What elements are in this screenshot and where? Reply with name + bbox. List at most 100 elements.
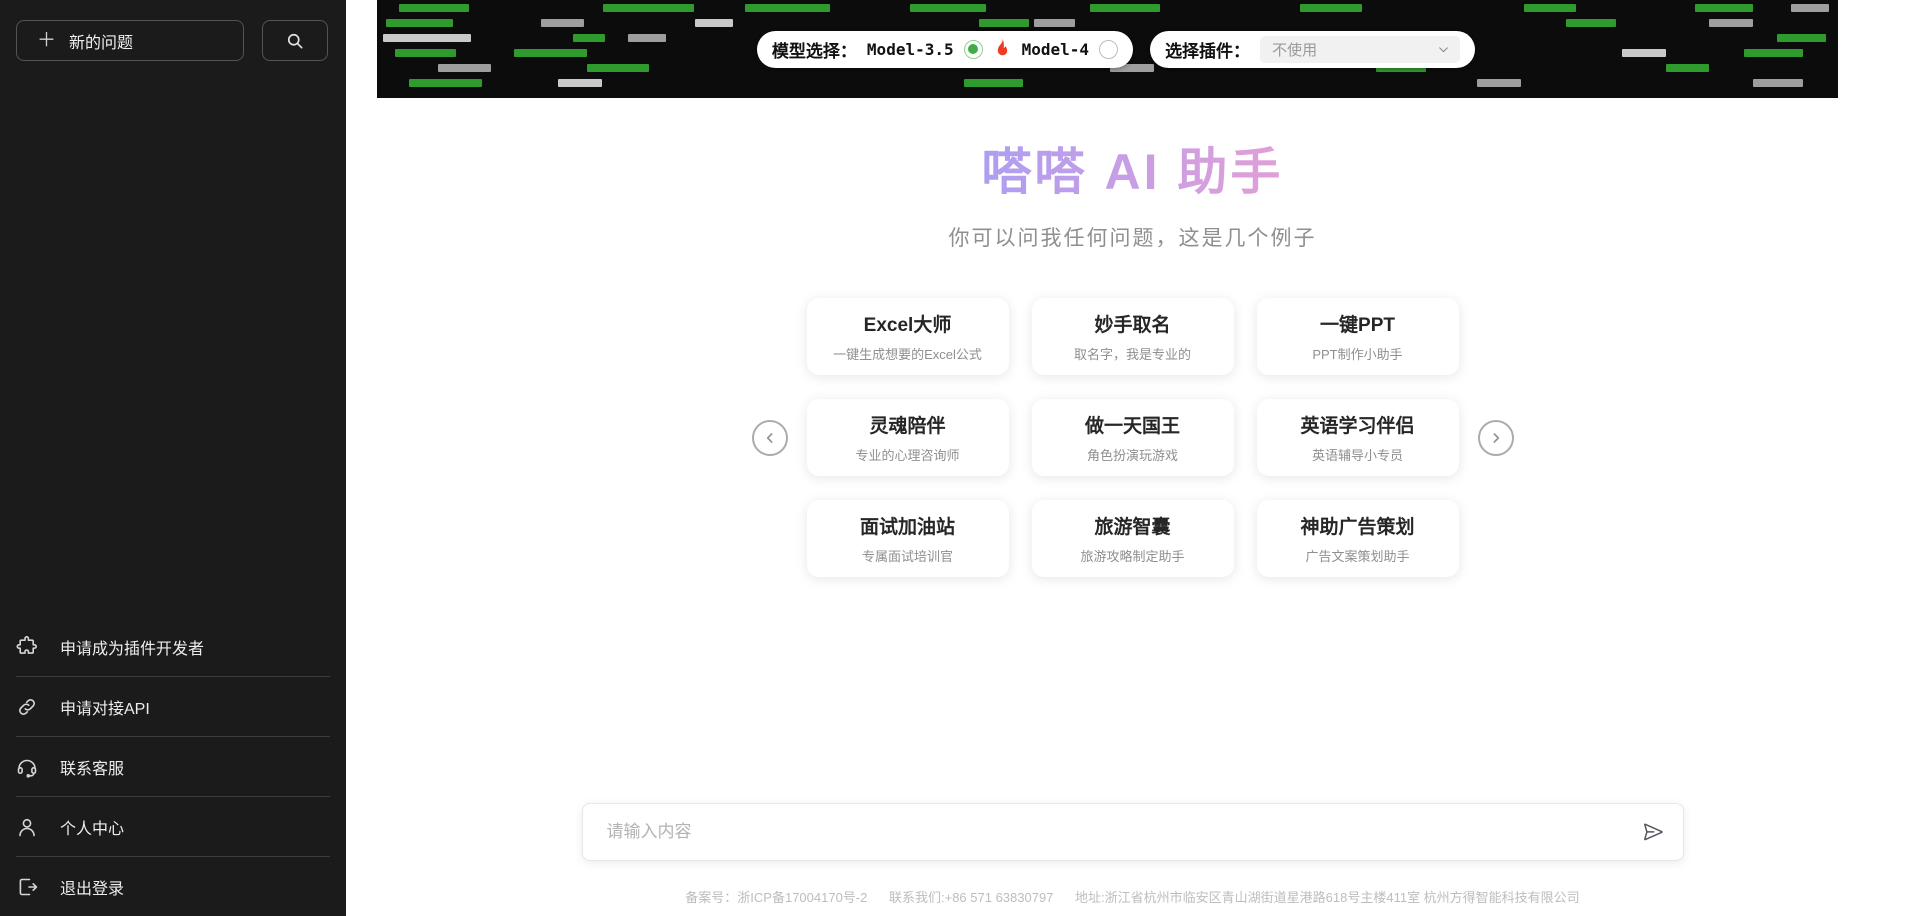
flame-icon	[993, 38, 1012, 60]
card-title: 做一天国王	[1084, 416, 1180, 437]
footer-address: 地址:浙江省杭州市临安区青山湖街道星港路618号主楼411室 杭州方得智能科技有…	[1075, 890, 1580, 905]
plugin-select-label: 选择插件：	[1165, 41, 1251, 61]
new-question-button[interactable]: ＋ 新的问题	[16, 20, 244, 61]
banner-bar	[695, 19, 734, 27]
card-title: Excel大师	[863, 315, 952, 336]
example-card-ads[interactable]: 神助广告策划 广告文案策划助手	[1256, 500, 1459, 577]
banner-bar	[385, 19, 453, 27]
page-subtitle: 你可以问我任何问题，这是几个例子	[948, 227, 1317, 250]
sidebar-menu: 申请成为插件开发者 申请对接API 联系客服 个人中心 退出登录	[0, 617, 346, 916]
banner-bar	[409, 79, 483, 87]
chevron-right-icon	[1488, 430, 1504, 446]
footer-beian: 备案号：浙ICP备17004170号-2	[685, 890, 868, 905]
sidebar-item-label: 申请对接API	[60, 700, 150, 718]
send-button[interactable]	[1641, 820, 1665, 844]
sidebar-item-label: 联系客服	[60, 760, 125, 778]
examples-grid: Excel大师 一键生成想要的Excel公式 妙手取名 取名字，我是专业的 一键…	[806, 298, 1459, 577]
banner-bar	[1300, 4, 1362, 12]
example-card-excel[interactable]: Excel大师 一键生成想要的Excel公式	[806, 298, 1009, 375]
page-title: 嗒嗒 AI 助手	[346, 132, 1919, 204]
puzzle-icon	[15, 635, 39, 659]
sidebar-item-label: 申请成为插件开发者	[60, 640, 205, 658]
sidebar: ＋ 新的问题 申请成为插件开发者 申请对接API 联系客服 个人中心 退出登录	[0, 0, 346, 916]
banner-bar	[603, 4, 695, 12]
footer: 备案号：浙ICP备17004170号-2 联系我们:+86 571 638307…	[346, 887, 1919, 906]
sidebar-item-support[interactable]: 联系客服	[0, 737, 346, 796]
banner-bar	[438, 64, 491, 72]
plugin-select-dropdown[interactable]: 不使用	[1260, 35, 1461, 63]
banner-bar	[910, 4, 987, 12]
logout-icon	[15, 875, 39, 899]
banner-bar	[964, 79, 1023, 87]
sidebar-top-actions: ＋ 新的问题	[0, 0, 346, 61]
search-icon	[285, 31, 305, 51]
card-desc: 角色扮演玩游戏	[1086, 448, 1178, 463]
model-35-radio[interactable]	[963, 39, 983, 59]
card-title: 一键PPT	[1320, 315, 1395, 336]
plus-icon: ＋	[37, 30, 57, 51]
plugin-selected-value: 不使用	[1272, 41, 1318, 59]
example-card-ppt[interactable]: 一键PPT PPT制作小助手	[1256, 298, 1459, 375]
banner-bar	[1694, 4, 1754, 12]
model-4-label: Model-4	[1021, 39, 1090, 59]
main-content: 模型选择： Model-3.5 Model-4 选择插件： 不使用 嗒嗒 AI …	[346, 0, 1919, 916]
banner-bar	[398, 4, 470, 12]
card-desc: 取名字，我是专业的	[1073, 347, 1191, 362]
banner-bar	[1089, 4, 1161, 12]
headset-icon	[15, 755, 39, 779]
banner-bar	[540, 19, 585, 27]
banner-bar	[514, 49, 588, 57]
sidebar-item-label: 退出登录	[60, 880, 125, 898]
banner-bar	[394, 49, 456, 57]
banner-bar	[1709, 19, 1754, 27]
banner-bar	[1034, 19, 1076, 27]
banner-bar	[1566, 19, 1616, 27]
sidebar-item-label: 个人中心	[60, 820, 125, 838]
new-question-label: 新的问题	[69, 34, 134, 52]
banner-bar	[745, 4, 830, 12]
banner-bar	[1523, 4, 1577, 12]
example-card-interview[interactable]: 面试加油站 专属面试培训官	[806, 500, 1009, 577]
sidebar-item-profile[interactable]: 个人中心	[0, 797, 346, 856]
example-card-naming[interactable]: 妙手取名 取名字，我是专业的	[1031, 298, 1234, 375]
examples-carousel: Excel大师 一键生成想要的Excel公式 妙手取名 取名字，我是专业的 一键…	[346, 298, 1919, 577]
model-select-label: 模型选择：	[771, 41, 857, 61]
example-card-english[interactable]: 英语学习伴侣 英语辅导小专员	[1256, 399, 1459, 476]
model-4-radio[interactable]	[1099, 39, 1119, 59]
card-title: 英语学习伴侣	[1300, 416, 1415, 437]
model-35-label: Model-3.5	[866, 39, 954, 59]
composer	[581, 803, 1684, 861]
example-card-soulmate[interactable]: 灵魂陪伴 专业的心理咨询师	[806, 399, 1009, 476]
banner-bar	[1477, 79, 1521, 87]
card-title: 灵魂陪伴	[869, 416, 946, 437]
send-icon	[1641, 820, 1665, 844]
user-icon	[15, 815, 39, 839]
card-desc: 一键生成想要的Excel公式	[833, 347, 982, 362]
banner-bar	[382, 34, 471, 42]
sidebar-item-logout[interactable]: 退出登录	[0, 857, 346, 916]
banner-bar	[1791, 4, 1830, 12]
banner-bar	[628, 34, 667, 42]
chevron-down-icon	[1437, 43, 1450, 56]
composer-row	[346, 803, 1919, 861]
banner-bar	[1621, 49, 1666, 57]
sidebar-item-api[interactable]: 申请对接API	[0, 677, 346, 736]
model-select-pill: 模型选择： Model-3.5 Model-4	[756, 30, 1134, 68]
chevron-left-icon	[762, 430, 778, 446]
card-title: 面试加油站	[859, 517, 955, 538]
banner-bar	[1665, 64, 1710, 72]
message-input[interactable]	[606, 822, 1641, 842]
card-desc: PPT制作小助手	[1312, 347, 1403, 362]
plugin-select-pill: 选择插件： 不使用	[1150, 30, 1476, 68]
example-card-travel[interactable]: 旅游智囊 旅游攻略制定助手	[1031, 500, 1234, 577]
carousel-next-button[interactable]	[1477, 419, 1514, 456]
example-card-king[interactable]: 做一天国王 角色扮演玩游戏	[1031, 399, 1234, 476]
card-desc: 专业的心理咨询师	[855, 448, 960, 463]
card-desc: 广告文案策划助手	[1305, 549, 1410, 564]
banner-bar	[978, 19, 1029, 27]
search-button[interactable]	[262, 20, 328, 61]
card-title: 旅游智囊	[1094, 517, 1171, 538]
sidebar-item-plugin-developer[interactable]: 申请成为插件开发者	[0, 617, 346, 676]
carousel-prev-button[interactable]	[751, 419, 788, 456]
